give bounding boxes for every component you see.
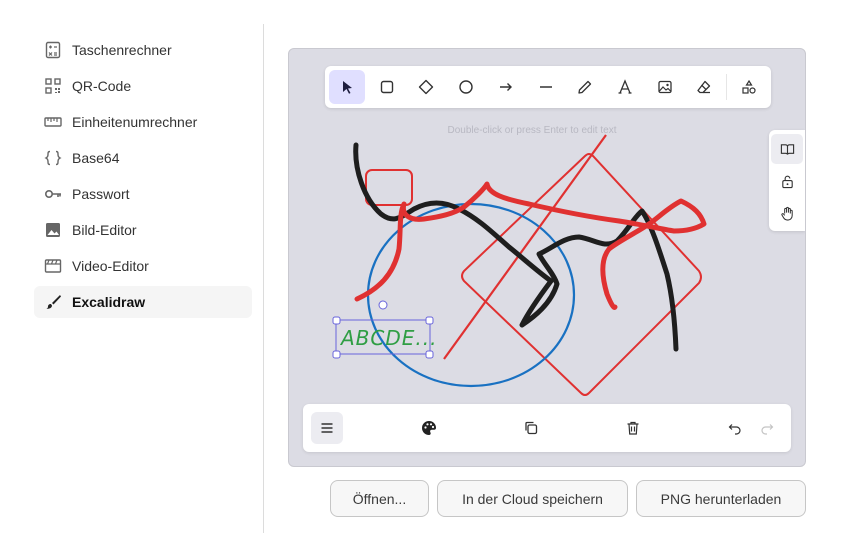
undo-button[interactable] bbox=[719, 412, 751, 444]
sidebar: Taschenrechner QR-Code Einheitenumrechne… bbox=[0, 0, 264, 533]
side-toolbar bbox=[769, 130, 805, 231]
menu-button[interactable] bbox=[311, 412, 343, 444]
diamond-icon bbox=[419, 79, 434, 95]
trash-icon bbox=[627, 421, 639, 435]
shapes-library-icon bbox=[742, 79, 756, 94]
tool-image[interactable] bbox=[647, 70, 683, 104]
undo-icon bbox=[728, 424, 741, 435]
ruler-icon bbox=[44, 113, 62, 131]
library-button[interactable] bbox=[771, 134, 803, 164]
text-icon bbox=[618, 79, 632, 94]
tool-line[interactable] bbox=[528, 70, 564, 104]
brush-icon bbox=[44, 293, 62, 311]
sidebar-item-passwort[interactable]: Passwort bbox=[34, 178, 252, 210]
duplicate-icon bbox=[525, 421, 538, 435]
menu-icon bbox=[321, 423, 333, 433]
red-rectangle-shape bbox=[365, 169, 413, 206]
qr-code-icon bbox=[44, 77, 62, 95]
sidebar-item-label: Excalidraw bbox=[72, 294, 146, 310]
line-icon bbox=[539, 86, 552, 88]
delete-button[interactable] bbox=[617, 412, 649, 444]
film-icon bbox=[44, 257, 62, 275]
tool-text[interactable] bbox=[607, 70, 643, 104]
resize-handle bbox=[332, 316, 341, 325]
sidebar-item-label: Base64 bbox=[72, 150, 120, 166]
sidebar-item-qr-code[interactable]: QR-Code bbox=[34, 70, 252, 102]
save-cloud-button[interactable]: In der Cloud speichern bbox=[437, 480, 628, 517]
shape-toolbar bbox=[325, 66, 771, 108]
resize-handle bbox=[425, 316, 434, 325]
tool-diamond[interactable] bbox=[408, 70, 444, 104]
redo-button[interactable] bbox=[751, 412, 783, 444]
library-icon bbox=[780, 143, 794, 155]
lock-button[interactable] bbox=[771, 166, 803, 196]
resize-handle bbox=[332, 350, 341, 359]
tool-ellipse[interactable] bbox=[448, 70, 484, 104]
sidebar-item-video-editor[interactable]: Video-Editor bbox=[34, 250, 252, 282]
download-png-button[interactable]: PNG herunterladen bbox=[636, 480, 806, 517]
bottom-toolbar bbox=[303, 404, 791, 452]
tool-eraser[interactable] bbox=[687, 70, 723, 104]
tool-pencil[interactable] bbox=[567, 70, 603, 104]
hand-icon bbox=[780, 206, 793, 221]
red-freehand-stroke bbox=[354, 181, 707, 310]
palette-button[interactable] bbox=[413, 412, 445, 444]
hand-button[interactable] bbox=[771, 198, 803, 228]
open-button[interactable]: Öffnen... bbox=[330, 480, 429, 517]
pencil-icon bbox=[578, 80, 592, 94]
tool-selection[interactable] bbox=[329, 70, 365, 104]
calculator-icon bbox=[44, 41, 62, 59]
key-icon bbox=[44, 185, 62, 203]
redo-icon bbox=[761, 424, 774, 435]
rotate-handle bbox=[378, 300, 388, 310]
rectangle-icon bbox=[380, 80, 393, 94]
image-icon bbox=[44, 221, 62, 239]
sidebar-item-label: Taschenrechner bbox=[72, 42, 172, 58]
text-element: ABCDE... bbox=[339, 326, 437, 350]
sidebar-item-label: QR-Code bbox=[72, 78, 132, 94]
unlock-icon bbox=[781, 175, 793, 188]
sidebar-item-taschenrechner[interactable]: Taschenrechner bbox=[34, 34, 252, 66]
sidebar-item-label: Einheitenumrechner bbox=[72, 114, 198, 130]
palette-icon bbox=[422, 421, 436, 435]
edit-hint: Double-click or press Enter to edit text bbox=[447, 125, 617, 136]
sidebar-item-bild-editor[interactable]: Bild-Editor bbox=[34, 214, 252, 246]
sidebar-divider bbox=[263, 24, 264, 533]
excalidraw-canvas[interactable]: ABCDE... Double-click or press Enter to … bbox=[288, 48, 806, 467]
tool-library[interactable] bbox=[731, 70, 767, 104]
black-freehand-stroke bbox=[353, 142, 679, 352]
sidebar-item-einheitenumrechner[interactable]: Einheitenumrechner bbox=[34, 106, 252, 138]
braces-icon bbox=[44, 149, 62, 167]
tool-rectangle[interactable] bbox=[369, 70, 405, 104]
sidebar-item-base64[interactable]: Base64 bbox=[34, 142, 252, 174]
toolbar-separator bbox=[726, 74, 728, 100]
sidebar-item-label: Video-Editor bbox=[72, 258, 149, 274]
tool-arrow[interactable] bbox=[488, 70, 524, 104]
eraser-icon bbox=[697, 80, 711, 94]
resize-handle bbox=[425, 350, 434, 359]
sidebar-item-label: Bild-Editor bbox=[72, 222, 137, 238]
selection-icon bbox=[342, 81, 352, 94]
image-icon bbox=[658, 80, 672, 94]
ellipse-icon bbox=[459, 80, 473, 94]
duplicate-button[interactable] bbox=[515, 412, 547, 444]
sidebar-item-excalidraw[interactable]: Excalidraw bbox=[34, 286, 252, 318]
sidebar-item-label: Passwort bbox=[72, 186, 130, 202]
arrow-icon bbox=[499, 83, 512, 91]
